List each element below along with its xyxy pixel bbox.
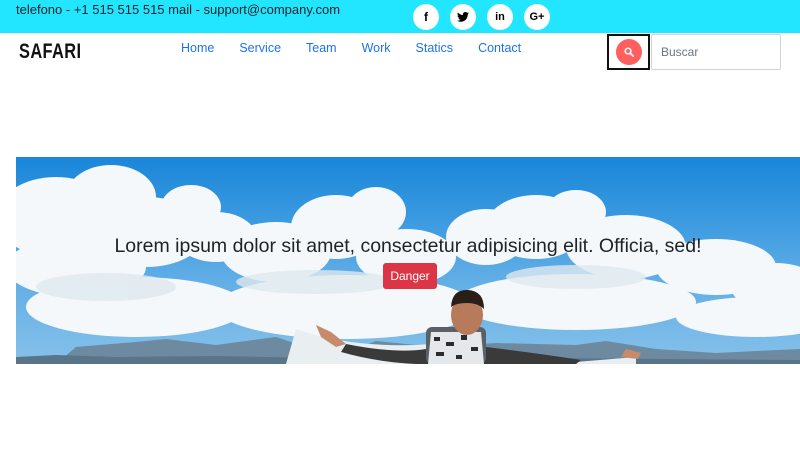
search-input[interactable] — [651, 34, 781, 70]
google-plus-icon[interactable]: G+ — [524, 4, 550, 30]
linkedin-icon[interactable]: in — [487, 4, 513, 30]
facebook-icon[interactable]: f — [413, 4, 439, 30]
nav-link-work[interactable]: Work — [362, 41, 391, 55]
hero-banner: Lorem ipsum dolor sit amet, consectetur … — [16, 157, 800, 364]
danger-button[interactable]: Danger — [383, 263, 437, 289]
nav-link-contact[interactable]: Contact — [478, 41, 521, 55]
brand-logo[interactable]: SAFARI — [19, 40, 81, 64]
hero-background-image — [16, 165, 800, 364]
nav-link-team[interactable]: Team — [306, 41, 337, 55]
nav-link-service[interactable]: Service — [239, 41, 281, 55]
social-links: f in G+ — [413, 4, 550, 30]
search-button[interactable] — [607, 34, 650, 70]
contact-info: telefono - +1 515 515 515 mail - support… — [16, 2, 341, 17]
top-bar: telefono - +1 515 515 515 mail - support… — [0, 0, 800, 33]
hero-title: Lorem ipsum dolor sit amet, consectetur … — [114, 235, 702, 257]
twitter-icon[interactable] — [450, 4, 476, 30]
main-nav: Home Service Team Work Statics Contact — [181, 41, 546, 55]
nav-link-home[interactable]: Home — [181, 41, 214, 55]
search-icon — [615, 39, 642, 65]
nav-link-statics[interactable]: Statics — [416, 41, 454, 55]
